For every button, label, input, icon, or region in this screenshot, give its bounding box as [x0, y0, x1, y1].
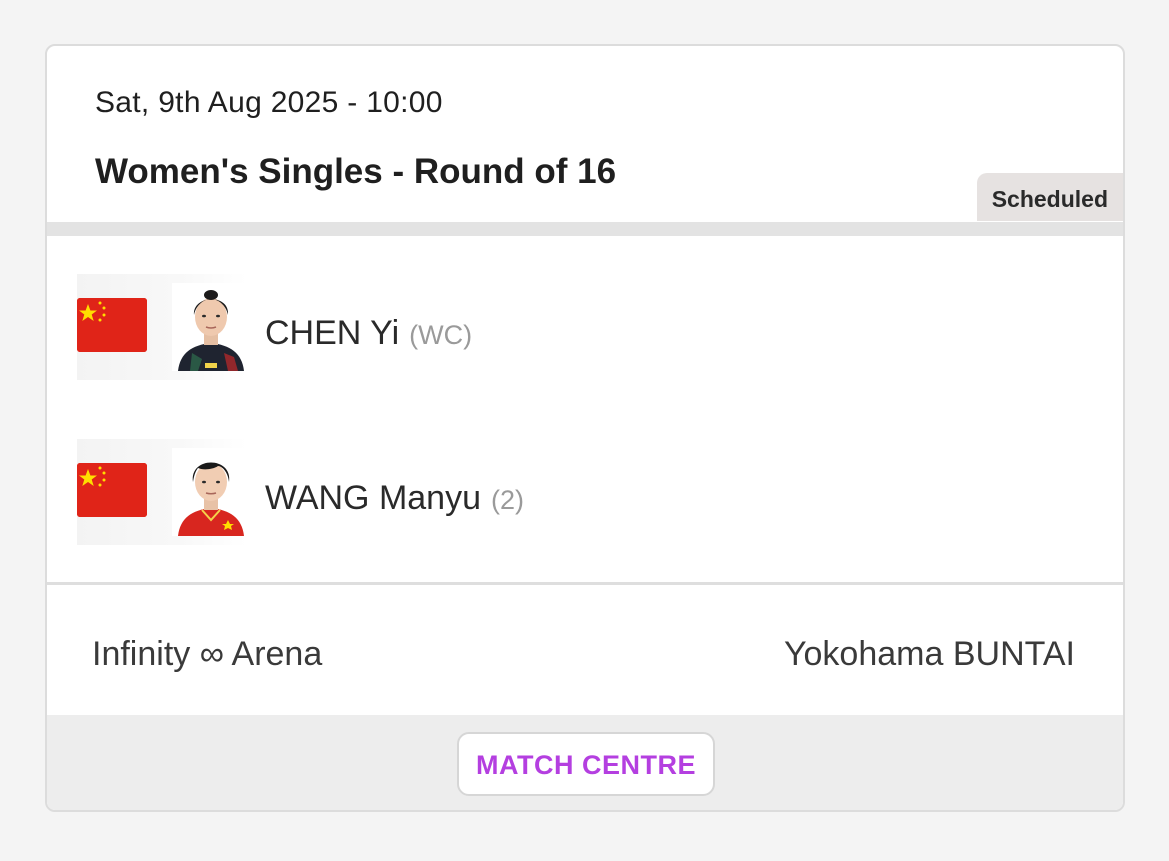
player-seed: (2) [491, 485, 525, 515]
venue-location: Yokohama BUNTAI [783, 635, 1075, 673]
player-name-text: CHEN Yi [265, 314, 400, 352]
player-name[interactable]: WANG Manyu (2) [265, 479, 524, 518]
venue-row: Infinity ∞ Arena Yokohama BUNTAI [47, 585, 1123, 715]
match-card: Sat, 9th Aug 2025 - 10:00 Women's Single… [45, 44, 1125, 812]
china-flag-icon [77, 298, 147, 352]
player-name[interactable]: CHEN Yi (WC) [265, 314, 472, 353]
player-name-text: WANG Manyu [265, 479, 482, 517]
player-flag-container [77, 439, 250, 545]
player-photo [172, 283, 250, 371]
player-row[interactable]: WANG Manyu (2) [77, 439, 1077, 545]
player-seed: (WC) [409, 320, 473, 350]
player-flag-container [77, 274, 250, 380]
match-header: Sat, 9th Aug 2025 - 10:00 Women's Single… [47, 46, 1123, 222]
match-title: Women's Singles - Round of 16 [95, 152, 617, 191]
card-footer: MATCH CENTRE [47, 715, 1123, 810]
match-centre-button[interactable]: MATCH CENTRE [457, 732, 715, 796]
china-flag-icon [77, 463, 147, 517]
venue-table: Infinity ∞ Arena [92, 635, 323, 673]
status-badge: Scheduled [976, 173, 1123, 221]
players-list: CHEN Yi (WC) WANG Manyu (2) [47, 236, 1123, 582]
player-photo [172, 448, 250, 536]
player-row[interactable]: CHEN Yi (WC) [77, 274, 1077, 380]
match-datetime: Sat, 9th Aug 2025 - 10:00 [95, 86, 443, 119]
header-divider [47, 222, 1123, 236]
